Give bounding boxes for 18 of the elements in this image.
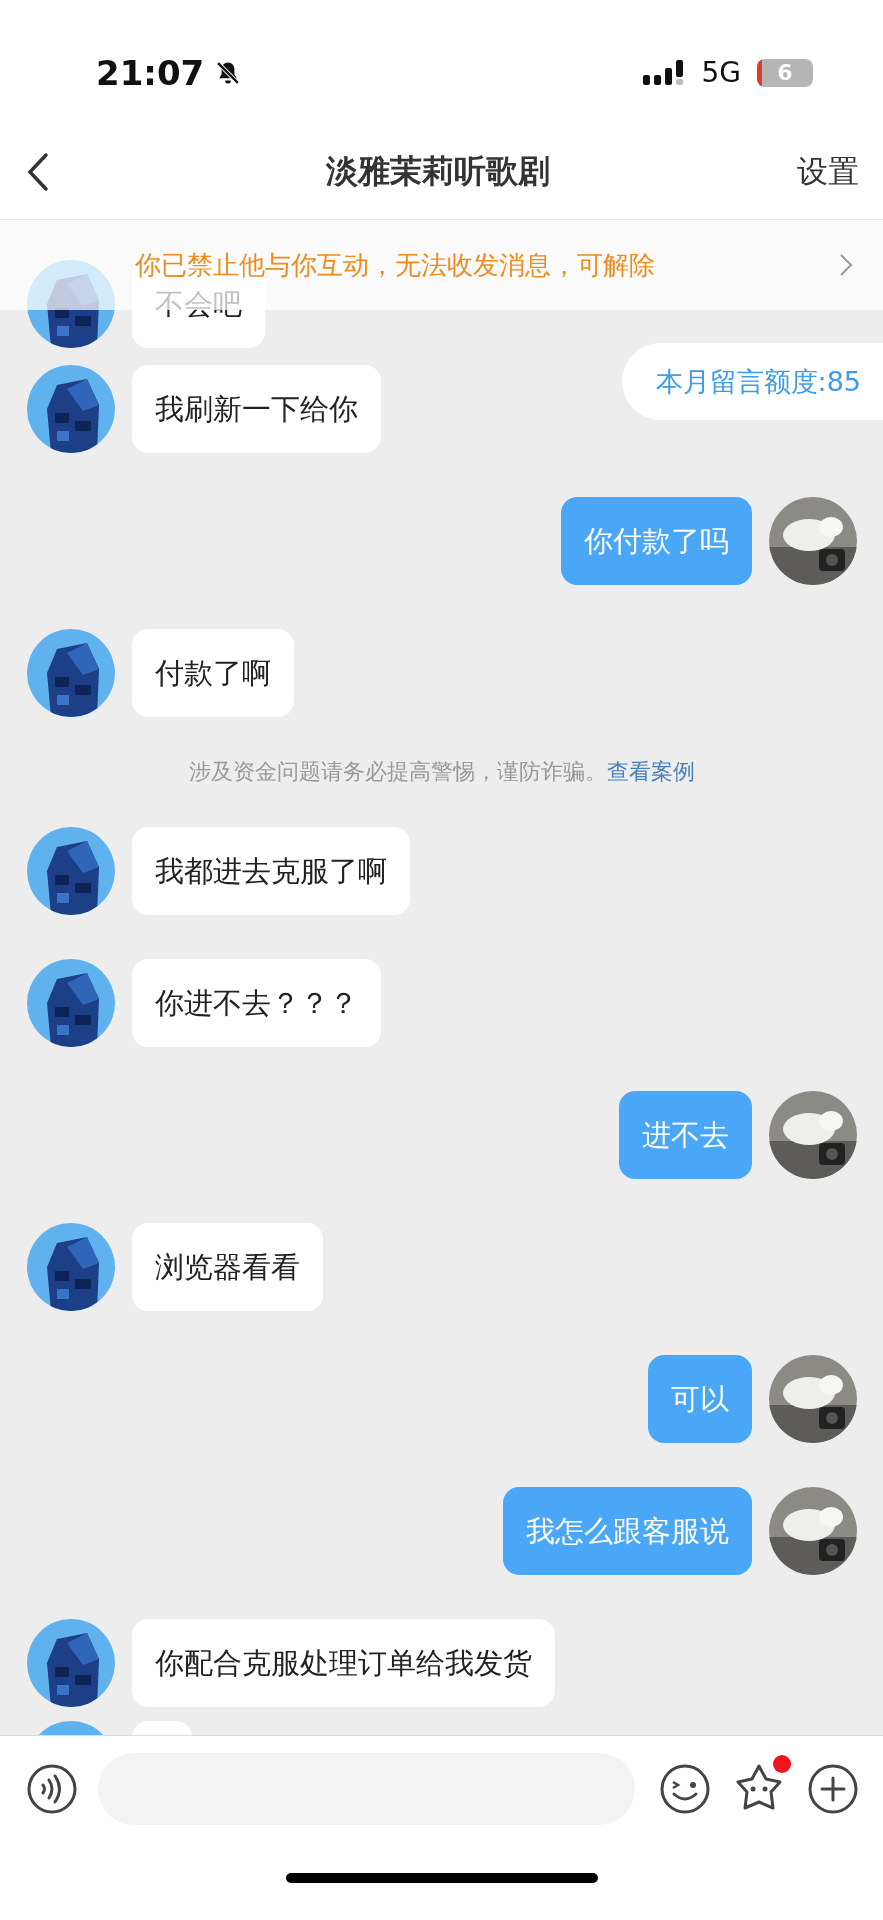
settings-link[interactable]: 设置	[797, 151, 859, 193]
message-bubble: 你进不去？？？	[132, 959, 381, 1047]
network-label: 5G	[701, 56, 741, 89]
message-bubble: 你付款了吗	[561, 497, 752, 585]
chat-title: 淡雅茉莉听歌剧	[325, 151, 550, 192]
message-bubble: 进不去	[619, 1091, 752, 1179]
message-bubble: 付款了啊	[132, 629, 294, 717]
message-bubble: 我都进去克服了啊	[132, 827, 410, 915]
message-bubble: 浏览器看看	[132, 1223, 323, 1311]
status-time: 21:07	[96, 52, 205, 93]
message-bubble: 可以	[648, 1355, 752, 1443]
safety-notice: 涉及资金问题请务必提高警惕，谨防诈骗。查看案例	[188, 758, 695, 786]
view-cases-link[interactable]: 查看案例	[606, 759, 695, 784]
battery-indicator: 6	[757, 58, 813, 87]
message-bubble: 你配合克服处理订单给我发货	[132, 1619, 555, 1707]
quota-chip: 本月留言额度:85	[621, 343, 883, 420]
message-bubble: 我怎么跟客服说	[503, 1487, 752, 1575]
message-bubble: 我刷新一下给你	[132, 365, 381, 453]
